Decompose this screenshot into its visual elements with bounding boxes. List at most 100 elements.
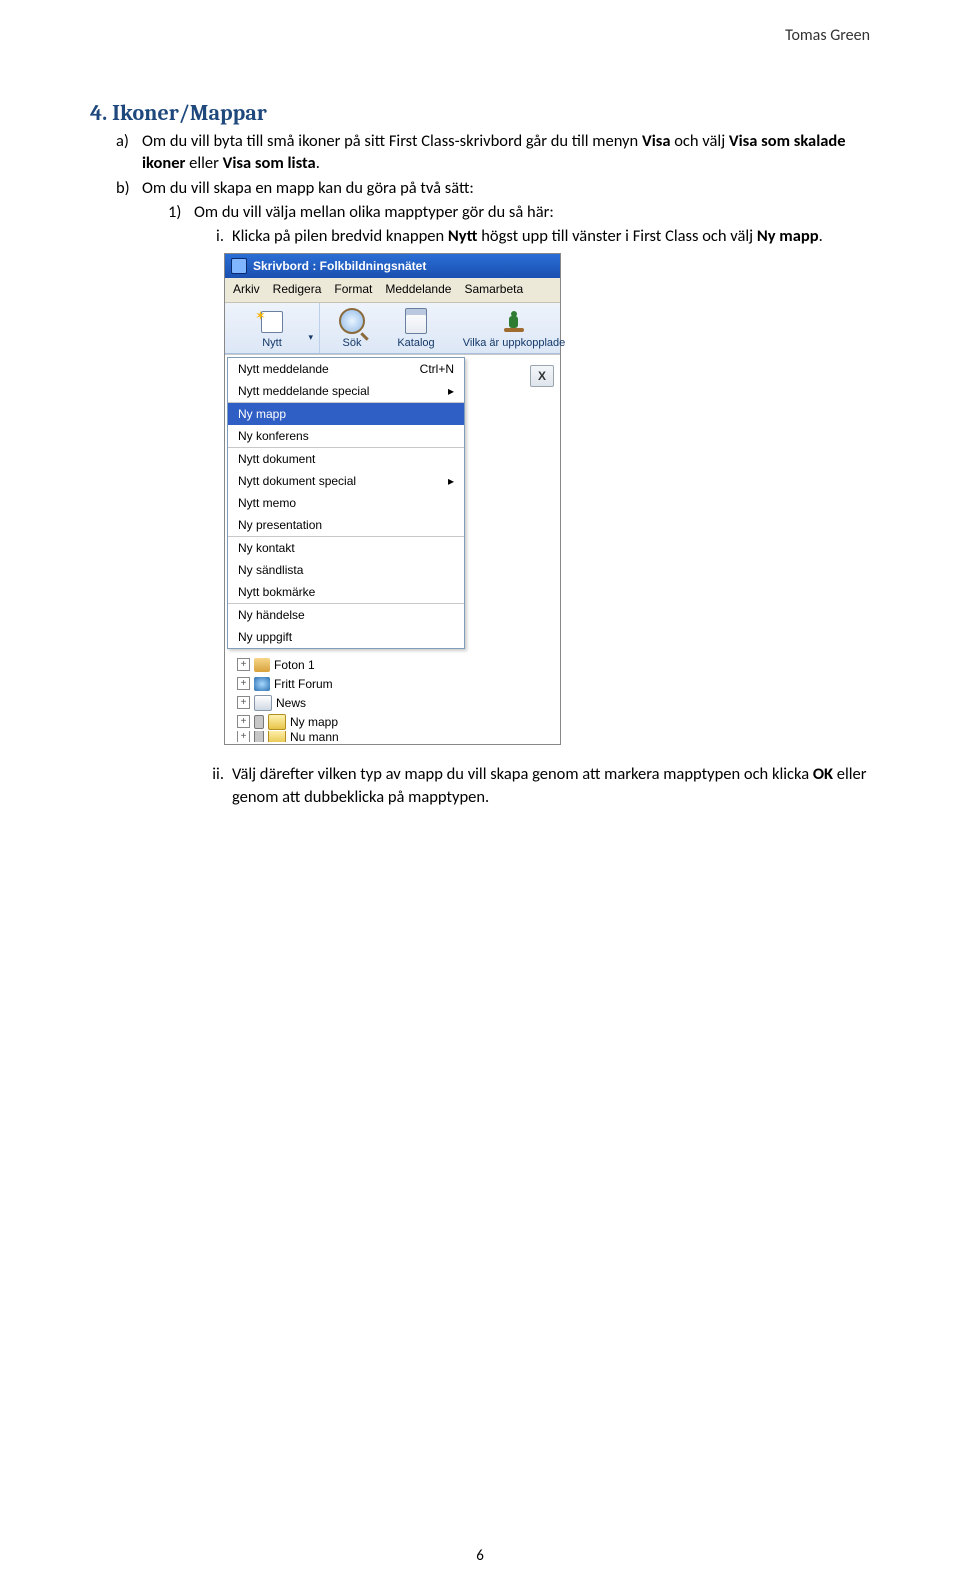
- lock-icon: [254, 731, 264, 742]
- list-item-ii: ii. Välj därefter vilken typ av mapp du …: [194, 763, 870, 808]
- toolbar-label: Sök: [343, 336, 362, 351]
- text: högst upp till vänster i First Class och…: [477, 226, 756, 246]
- menu-item-nytt-memo[interactable]: Nytt memo: [228, 492, 464, 514]
- text: och välj: [670, 131, 728, 151]
- catalog-icon: [401, 308, 431, 334]
- menu-item-label: Nytt memo: [238, 495, 454, 511]
- dropdown-arrow-icon[interactable]: ▾: [308, 331, 313, 343]
- menu-meddelande[interactable]: Meddelande: [385, 281, 451, 297]
- panel-close-button[interactable]: X: [530, 365, 554, 387]
- tree-row[interactable]: + Foton 1: [231, 655, 560, 674]
- menu-item-label: Ny presentation: [238, 517, 454, 533]
- toolbar-uppkopplade-button[interactable]: Vilka är uppkopplade: [448, 303, 580, 354]
- tree-row[interactable]: + News: [231, 693, 560, 712]
- new-document-icon: ✶: [257, 308, 287, 334]
- section-heading: 4. Ikoner/Mappar: [90, 100, 870, 126]
- tree-label: Fritt Forum: [274, 676, 333, 692]
- expand-icon[interactable]: +: [237, 731, 250, 742]
- menu-item-label: Ny händelse: [238, 607, 454, 623]
- submenu-arrow-icon: ▸: [448, 383, 454, 399]
- menu-item-nytt-dokument[interactable]: Nytt dokument: [228, 448, 464, 470]
- text: eller: [185, 153, 222, 173]
- toolbar-label: Katalog: [397, 336, 434, 351]
- menu-item-ny-sandlista[interactable]: Ny sändlista: [228, 559, 464, 581]
- menu-samarbeta[interactable]: Samarbeta: [464, 281, 523, 297]
- menu-item-ny-mapp[interactable]: Ny mapp: [228, 403, 464, 425]
- bold-text: Nytt: [448, 226, 478, 246]
- menu-item-label: Ny sändlista: [238, 562, 454, 578]
- bold-text: Visa som lista: [223, 153, 316, 173]
- menu-item-label: Ny konferens: [238, 428, 454, 444]
- list-item-b: b) Om du vill skapa en mapp kan du göra …: [116, 177, 870, 199]
- menu-item-nytt-bokmarke[interactable]: Nytt bokmärke: [228, 581, 464, 603]
- menu-item-ny-uppgift[interactable]: Ny uppgift: [228, 626, 464, 648]
- expand-icon[interactable]: +: [237, 658, 250, 671]
- menu-item-label: Ny kontakt: [238, 540, 454, 556]
- list-item-a: a) Om du vill byta till små ikoner på si…: [116, 130, 870, 175]
- toolbar: ✶ Nytt ▾ Sök Katalog Vilka är uppkopplad…: [225, 303, 560, 355]
- folder-icon: [268, 731, 286, 742]
- folder-icon: [268, 714, 286, 730]
- expand-icon[interactable]: +: [237, 715, 250, 728]
- marker-i: i.: [194, 225, 232, 247]
- bold-text: Ny mapp: [757, 226, 819, 246]
- submenu-arrow-icon: ▸: [448, 473, 454, 489]
- menu-item-label: Nytt meddelande: [238, 361, 420, 377]
- menu-item-nytt-meddelande[interactable]: Nytt meddelandeCtrl+N: [228, 358, 464, 380]
- news-icon: [254, 695, 272, 711]
- app-icon: [231, 258, 247, 274]
- tree-label: Nu mann: [290, 731, 339, 742]
- lock-icon: [254, 715, 264, 729]
- list-item-i: i. Klicka på pilen bredvid knappen Nytt …: [194, 225, 870, 247]
- expand-icon[interactable]: +: [237, 677, 250, 690]
- menu-item-nytt-dokument-special[interactable]: Nytt dokument special▸: [228, 470, 464, 492]
- window-title: Skrivbord : Folkbildningsnätet: [253, 258, 426, 274]
- text: Om du vill välja mellan olika mapptyper …: [194, 201, 554, 223]
- marker-1: 1): [168, 201, 194, 223]
- menu-item-label: Ny uppgift: [238, 629, 454, 645]
- menu-arkiv[interactable]: Arkiv: [233, 281, 260, 297]
- menu-item-ny-kontakt[interactable]: Ny kontakt: [228, 537, 464, 559]
- menu-item-label: Nytt dokument: [238, 451, 454, 467]
- menu-item-ny-presentation[interactable]: Ny presentation: [228, 514, 464, 536]
- toolbar-nytt-button[interactable]: ✶ Nytt ▾: [225, 303, 320, 354]
- users-online-icon: [499, 308, 529, 334]
- bold-text: Visa: [642, 131, 671, 151]
- menu-format[interactable]: Format: [334, 281, 372, 297]
- expand-icon[interactable]: +: [237, 696, 250, 709]
- page-header-author: Tomas Green: [785, 26, 870, 45]
- text: Välj därefter vilken typ av mapp du vill…: [232, 764, 813, 784]
- tree-row[interactable]: + Nu mann: [231, 731, 560, 742]
- menu-item-label: Nytt meddelande special: [238, 383, 448, 399]
- text: .: [819, 226, 823, 246]
- menu-item-label: Nytt dokument special: [238, 473, 448, 489]
- folder-tree: + Foton 1 + Fritt Forum + News +Ny mapp + Nu…: [227, 655, 560, 742]
- toolbar-katalog-button[interactable]: Katalog: [384, 303, 448, 354]
- toolbar-sok-button[interactable]: Sök: [320, 303, 384, 354]
- window-titlebar[interactable]: Skrivbord : Folkbildningsnätet: [225, 254, 560, 278]
- menu-item-nytt-meddelande-special[interactable]: Nytt meddelande special▸: [228, 380, 464, 402]
- marker-ii: ii.: [194, 763, 232, 808]
- text: Klicka på pilen bredvid knappen: [232, 226, 448, 246]
- screenshot-firstclass: Skrivbord : Folkbildningsnätet Arkiv Red…: [224, 253, 561, 745]
- page-number: 6: [0, 1547, 960, 1565]
- menubar[interactable]: Arkiv Redigera Format Meddelande Samarbe…: [225, 278, 560, 302]
- tree-label: Foton 1: [274, 657, 315, 673]
- nytt-dropdown-menu: Nytt meddelandeCtrl+N Nytt meddelande sp…: [227, 357, 465, 649]
- bold-text: OK: [813, 764, 833, 784]
- text: Om du vill byta till små ikoner på sitt …: [142, 131, 642, 151]
- toolbar-label: Vilka är uppkopplade: [463, 336, 566, 351]
- text: .: [316, 153, 320, 173]
- toolbar-label: Nytt: [262, 336, 282, 351]
- shortcut-text: Ctrl+N: [420, 361, 454, 377]
- tree-label: News: [276, 695, 306, 711]
- photos-folder-icon: [254, 658, 270, 672]
- search-icon: [337, 308, 367, 334]
- tree-row[interactable]: + Fritt Forum: [231, 674, 560, 693]
- menu-item-ny-handelse[interactable]: Ny händelse: [228, 604, 464, 626]
- menu-item-label: Nytt bokmärke: [238, 584, 454, 600]
- tree-row[interactable]: +Ny mapp: [231, 712, 560, 731]
- menu-redigera[interactable]: Redigera: [273, 281, 322, 297]
- globe-icon: [254, 677, 270, 691]
- menu-item-ny-konferens[interactable]: Ny konferens: [228, 425, 464, 447]
